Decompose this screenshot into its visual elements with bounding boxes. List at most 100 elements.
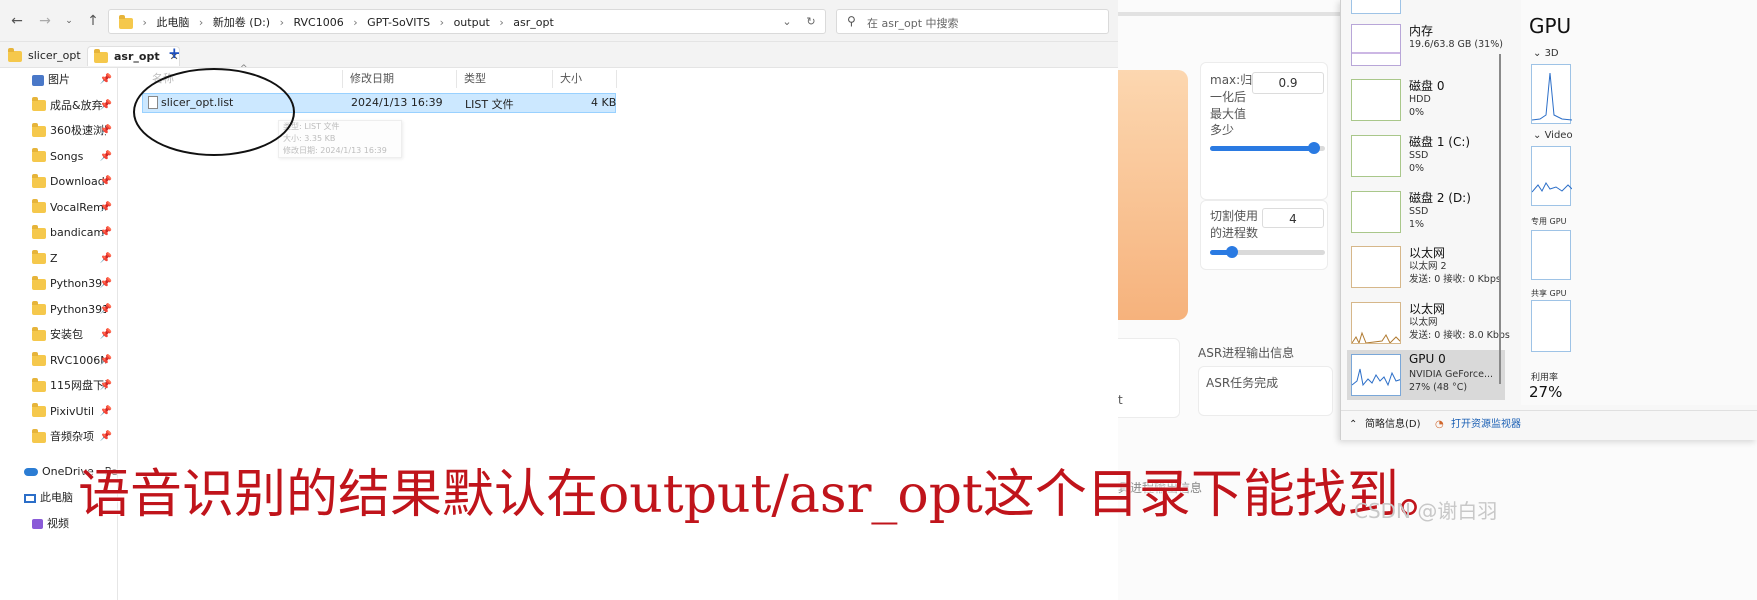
max-value-input[interactable]: 0.9: [1252, 72, 1324, 94]
column-divider[interactable]: [456, 70, 457, 88]
pin-icon: 📌: [99, 176, 112, 187]
max-slider[interactable]: [1210, 142, 1325, 154]
crumb-asr-opt[interactable]: asr_opt: [513, 16, 554, 29]
folder-icon: [32, 250, 46, 264]
folder-icon: [32, 428, 46, 443]
sidebar-item-pictures[interactable]: 图片 📌: [32, 70, 116, 90]
performance-list-item[interactable]: 磁盘 1 (C:) SSD 0%: [1347, 131, 1505, 181]
sidebar-item[interactable]: VocalRemo 📌: [32, 198, 116, 218]
up-arrow-icon[interactable]: ↑: [84, 12, 102, 30]
sidebar-item[interactable]: RVC1006N 📌: [32, 351, 116, 371]
performance-list-item[interactable]: 以太网 以太网 发送: 0 接收: 8.0 Kbps: [1347, 298, 1510, 348]
resource-monitor-icon: ◔: [1435, 419, 1444, 430]
search-input[interactable]: ⚲ 在 asr_opt 中搜索: [836, 9, 1109, 34]
gpu-detail-title: GPU: [1529, 14, 1572, 38]
sidebar-item-label: 360极速浏览: [50, 124, 106, 137]
sidebar-item[interactable]: 成品&放弃 📌: [32, 96, 116, 116]
dedicated-memory-graph: [1531, 230, 1571, 280]
sidebar-item-label: 安装包: [50, 328, 83, 341]
pin-icon: 📌: [99, 380, 112, 391]
sidebar-item-label: Python391: [50, 302, 106, 316]
performance-list-scrollbar[interactable]: [1499, 54, 1501, 384]
column-divider[interactable]: [552, 70, 553, 88]
sidebar-item[interactable]: 115网盘下载📌: [32, 376, 116, 396]
sidebar-item[interactable]: PixivUtil 📌: [32, 402, 116, 422]
performance-list-item[interactable]: GPU 0 NVIDIA GeForce... 27% (48 °C): [1347, 350, 1505, 400]
sidebar-item[interactable]: Python39 📌: [32, 274, 116, 294]
column-header-type[interactable]: 类型: [464, 70, 486, 88]
sidebar-item[interactable]: 安装包 📌: [32, 325, 116, 345]
chevron-up-icon[interactable]: ⌃: [1349, 411, 1357, 439]
crumb-rvc1006[interactable]: RVC1006: [293, 16, 343, 29]
webui-orange-panel: [1118, 70, 1188, 320]
crumb-this-pc[interactable]: 此电脑: [156, 16, 189, 29]
address-toolbar: ← → ⌄ ↑ › 此电脑 › 新加卷 (D:) › RVC1006 › GPT…: [0, 0, 1118, 42]
performance-item-title: 以太网: [1409, 246, 1446, 260]
video-icon: [32, 519, 43, 529]
pin-icon: 📌: [99, 125, 112, 136]
folder-icon: [32, 97, 46, 111]
refresh-icon[interactable]: ↻: [803, 14, 819, 30]
performance-item-sub: 以太网 2: [1409, 261, 1447, 272]
sidebar-item-label: 115网盘下载: [50, 379, 106, 392]
tab-label: asr_opt: [114, 50, 160, 63]
open-resource-monitor-link[interactable]: 打开资源监视器: [1451, 411, 1521, 439]
performance-thumbnail-graph: [1351, 302, 1401, 344]
forward-arrow-icon[interactable]: →: [36, 12, 54, 30]
column-divider[interactable]: [342, 70, 343, 88]
tab-slicer-opt[interactable]: slicer_opt ✕: [2, 46, 99, 66]
engine-3d-text: 3D: [1544, 48, 1559, 59]
csdn-watermark: CSDN @谢白羽: [1354, 499, 1498, 523]
proc-slider-knob[interactable]: [1226, 246, 1238, 258]
recent-chevron-icon[interactable]: ⌄: [60, 12, 78, 30]
back-arrow-icon[interactable]: ←: [8, 12, 26, 30]
sidebar-item[interactable]: Songs 📌: [32, 147, 116, 167]
folder-icon: [32, 403, 46, 417]
sidebar-item[interactable]: Z 📌: [32, 249, 116, 269]
sidebar-item-label: Download: [50, 175, 105, 188]
tooltip-size: 大小: 3.35 KB: [283, 134, 336, 143]
sidebar-item[interactable]: Download 📌: [32, 172, 116, 192]
performance-list-item[interactable]: 以太网 以太网 2 发送: 0 接收: 0 Kbps: [1347, 242, 1505, 292]
sidebar-item[interactable]: 音频杂项 📌: [32, 427, 116, 447]
folder-icon: [32, 275, 46, 290]
crumb-gpt-sovits[interactable]: GPT-SoVITS: [367, 16, 430, 29]
tab-asr-opt[interactable]: asr_opt ✕: [87, 46, 180, 66]
crumb-drive-d[interactable]: 新加卷 (D:): [213, 16, 270, 29]
max-slider-knob[interactable]: [1307, 142, 1320, 154]
performance-list-item[interactable]: 磁盘 0 HDD 0%: [1347, 75, 1505, 125]
onedrive-cloud-icon: [24, 468, 38, 476]
sidebar-item-label: bandicam: [50, 226, 105, 239]
search-icon: ⚲: [847, 14, 856, 28]
column-header-size[interactable]: 大小: [560, 70, 582, 88]
performance-list-item[interactable]: 内存 19.6/63.8 GB (31%): [1347, 20, 1505, 70]
chevron-down-icon[interactable]: ⌄: [1533, 48, 1545, 59]
new-tab-plus-icon[interactable]: +: [168, 44, 181, 62]
shared-memory-graph: [1531, 300, 1571, 352]
brief-info-link[interactable]: 简略信息(D): [1365, 411, 1421, 439]
pin-icon: 📌: [99, 99, 112, 111]
folder-icon: [32, 352, 46, 366]
path-dropdown-chevron-icon[interactable]: ⌄: [779, 14, 795, 30]
crumb-output[interactable]: output: [454, 16, 490, 29]
engine-video-text: Video: [1544, 130, 1573, 141]
proc-count-input[interactable]: 4: [1262, 208, 1324, 228]
sidebar-item-label: RVC1006N: [50, 353, 106, 367]
sidebar-item[interactable]: Python391 📌: [32, 300, 116, 320]
column-header-modified[interactable]: 修改日期: [350, 70, 394, 88]
proc-slider[interactable]: [1210, 246, 1325, 258]
crumb-separator-icon: ›: [499, 16, 504, 29]
path-bar[interactable]: › 此电脑 › 新加卷 (D:) › RVC1006 › GPT-SoVITS …: [108, 9, 826, 34]
ethernet-sparkline: [1352, 331, 1400, 343]
chevron-down-icon[interactable]: ⌄: [1533, 130, 1545, 141]
performance-item-sub: NVIDIA GeForce...: [1409, 369, 1494, 380]
sidebar-item[interactable]: 360极速浏览📌: [32, 121, 116, 141]
sidebar-item[interactable]: bandicam 📌: [32, 223, 116, 243]
performance-list-item[interactable]: 磁盘 2 (D:) SSD 1%: [1347, 187, 1505, 237]
tooltip-modified: 修改日期: 2024/1/13 16:39: [283, 146, 387, 155]
sidebar-item-label: Z: [50, 251, 58, 265]
pin-icon: 📌: [99, 150, 112, 162]
column-divider[interactable]: [616, 70, 617, 88]
pin-icon: 📌: [99, 405, 112, 417]
tab-label: slicer_opt: [28, 49, 81, 62]
